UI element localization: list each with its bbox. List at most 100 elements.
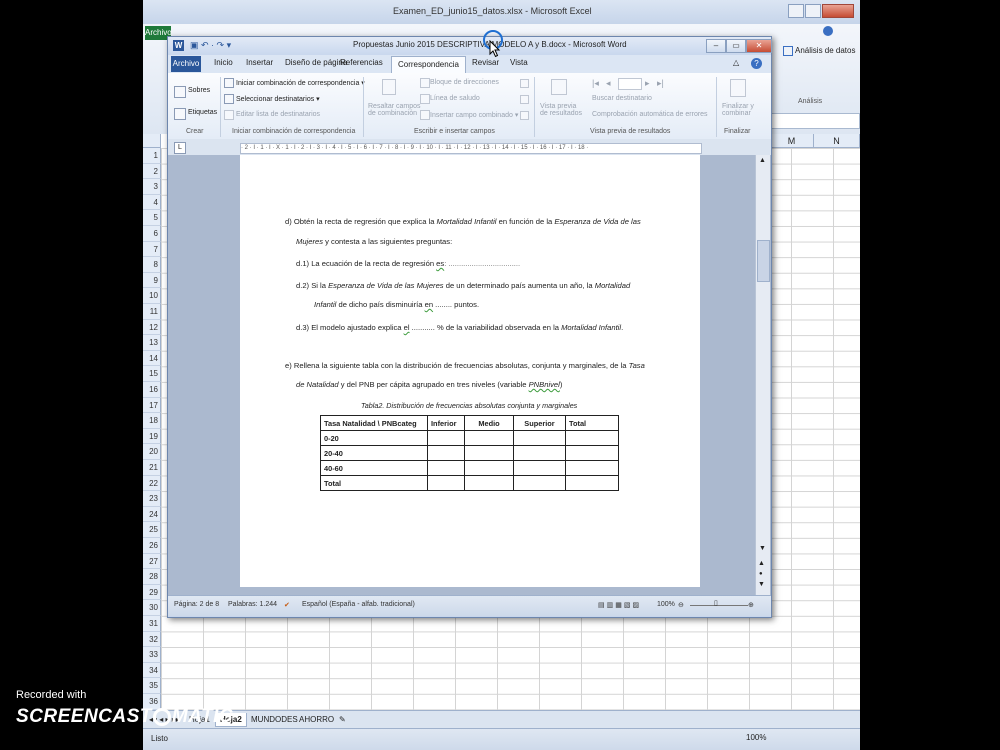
word-minimize-button[interactable]: – (706, 39, 726, 53)
next-record-icon[interactable]: ▸ (645, 78, 650, 89)
language-indicator[interactable]: Español (España - alfab. tradicional) (302, 601, 415, 608)
row-header[interactable]: 6 (143, 226, 161, 242)
insert-sheet-icon[interactable]: ✎ (335, 713, 350, 726)
row-header[interactable]: 18 (143, 413, 161, 429)
view-buttons[interactable]: ▤▥▦▧▨ (598, 601, 641, 609)
column-header-n[interactable]: N (814, 134, 860, 148)
tab-archivo[interactable]: Archivo (171, 56, 201, 72)
vertical-scrollbar[interactable]: ▲ ▼ ▲ ● ▼ (755, 155, 770, 595)
row-header[interactable]: 16 (143, 382, 161, 398)
row-header[interactable]: 31 (143, 616, 161, 632)
editar-lista-button[interactable]: Editar lista de destinatarios (236, 111, 320, 118)
row-header[interactable]: 2 (143, 163, 161, 180)
row-header[interactable]: 11 (143, 304, 161, 320)
prev-record-icon[interactable]: ◂ (606, 78, 611, 89)
table-cell[interactable] (427, 475, 465, 491)
row-header[interactable]: 25 (143, 522, 161, 538)
row-header[interactable]: 9 (143, 272, 161, 289)
sheet-tab-ahorro[interactable]: AHORRO (295, 713, 338, 726)
tab-diseno-pagina[interactable]: Diseño de página (285, 58, 347, 67)
column-header-m[interactable]: M (770, 134, 814, 148)
iniciar-combinacion-button[interactable]: Iniciar combinación de correspondencia ▾ (236, 79, 365, 87)
sheet-tab-mundodes[interactable]: MUNDODES (247, 713, 302, 726)
row-header[interactable]: 24 (143, 506, 161, 523)
row-header[interactable]: 30 (143, 600, 161, 616)
bloque-direcciones-button[interactable]: Bloque de direcciones (430, 79, 499, 86)
seleccionar-destinatarios-button[interactable]: Seleccionar destinatarios ▾ (236, 95, 320, 103)
table-cell[interactable] (427, 445, 465, 461)
table-cell[interactable] (565, 445, 619, 461)
row-header[interactable]: 35 (143, 678, 161, 694)
tab-referencias[interactable]: Referencias (340, 58, 383, 67)
row-header[interactable]: 17 (143, 397, 161, 414)
word-zoom-level[interactable]: 100% (657, 601, 675, 608)
row-header[interactable]: 23 (143, 491, 161, 507)
table-cell[interactable] (464, 430, 514, 446)
table-cell[interactable] (513, 475, 566, 491)
excel-help-icon[interactable] (823, 26, 833, 36)
excel-minimize-button[interactable] (788, 4, 804, 18)
row-header[interactable]: 26 (143, 538, 161, 554)
excel-zoom-level[interactable]: 100% (746, 733, 766, 742)
excel-formula-bar[interactable] (763, 113, 860, 129)
next-page-icon[interactable]: ▼ (758, 581, 765, 588)
table-cell[interactable] (464, 460, 514, 476)
row-header[interactable]: 12 (143, 319, 161, 336)
quick-access-toolbar[interactable]: ▣ ↶ · ↷ ▾ (190, 40, 231, 51)
excel-analisis-button[interactable]: Análisis de datos (783, 46, 855, 56)
etiquetas-button[interactable]: Etiquetas (188, 109, 217, 116)
ribbon-minimize-icon[interactable]: △ (733, 58, 739, 67)
row-header[interactable]: 21 (143, 460, 161, 476)
tab-inicio[interactable]: Inicio (214, 58, 233, 67)
row-header[interactable]: 10 (143, 288, 161, 304)
row-header[interactable]: 8 (143, 257, 161, 273)
word-close-button[interactable]: ✕ (746, 39, 772, 53)
finalizar-combinar-button[interactable]: Finalizar y combinar (722, 103, 754, 117)
row-header[interactable]: 27 (143, 553, 161, 570)
insertar-campo-button[interactable]: Insertar campo combinado ▾ (430, 111, 518, 119)
row-header[interactable]: 28 (143, 569, 161, 585)
linea-saludo-button[interactable]: Línea de saludo (430, 95, 480, 102)
table-cell[interactable] (513, 460, 566, 476)
row-header[interactable]: 22 (143, 475, 161, 492)
table-cell[interactable] (513, 430, 566, 446)
table-cell[interactable] (427, 460, 465, 476)
word-count[interactable]: Palabras: 1.244 (228, 601, 277, 608)
horizontal-ruler[interactable]: · 2 · I · 1 · I · X · 1 · I · 2 · I · 3 … (240, 143, 702, 154)
row-header[interactable]: 3 (143, 179, 161, 195)
row-header[interactable]: 7 (143, 241, 161, 258)
rules-icon[interactable] (520, 79, 529, 88)
match-fields-icon[interactable] (520, 95, 529, 104)
select-all-corner[interactable] (143, 134, 161, 148)
scroll-up-icon[interactable]: ▲ (759, 157, 766, 164)
table-cell[interactable] (565, 475, 619, 491)
document-page[interactable]: d) Obtén la recta de regresión que expli… (240, 155, 700, 587)
page-count[interactable]: Página: 2 de 8 (174, 601, 219, 608)
tab-revisar[interactable]: Revisar (472, 58, 499, 67)
table-cell[interactable] (513, 445, 566, 461)
excel-maximize-button[interactable] (805, 4, 821, 18)
row-header[interactable]: 1 (143, 148, 161, 164)
frequency-table[interactable]: Tasa Natalidad \ PNBcateg Inferior Medio… (320, 415, 619, 491)
zoom-in-icon[interactable]: ⊕ (748, 601, 754, 609)
zoom-out-icon[interactable]: ⊖ (678, 601, 684, 609)
row-header[interactable]: 4 (143, 194, 161, 211)
scroll-down-icon[interactable]: ▼ (759, 545, 766, 552)
browse-object-icon[interactable]: ● (759, 571, 763, 577)
comprobacion-errores-button[interactable]: Comprobación automática de errores (592, 111, 708, 118)
sobres-button[interactable]: Sobres (188, 87, 210, 94)
table-cell[interactable] (464, 475, 514, 491)
last-record-icon[interactable]: ▸| (657, 78, 664, 89)
prev-page-icon[interactable]: ▲ (758, 560, 765, 567)
row-header[interactable]: 34 (143, 662, 161, 679)
proofing-icon[interactable]: ✔ (284, 601, 290, 609)
buscar-destinatario-button[interactable]: Buscar destinatario (592, 95, 652, 102)
resaltar-campos-button[interactable]: Resaltar campos de combinación (368, 103, 421, 117)
row-header[interactable]: 33 (143, 647, 161, 663)
first-record-icon[interactable]: |◂ (592, 78, 599, 89)
record-number-input[interactable] (618, 78, 642, 90)
row-header[interactable]: 19 (143, 428, 161, 445)
tab-vista[interactable]: Vista (510, 58, 528, 67)
table-cell[interactable] (565, 430, 619, 446)
row-header[interactable]: 29 (143, 584, 161, 601)
